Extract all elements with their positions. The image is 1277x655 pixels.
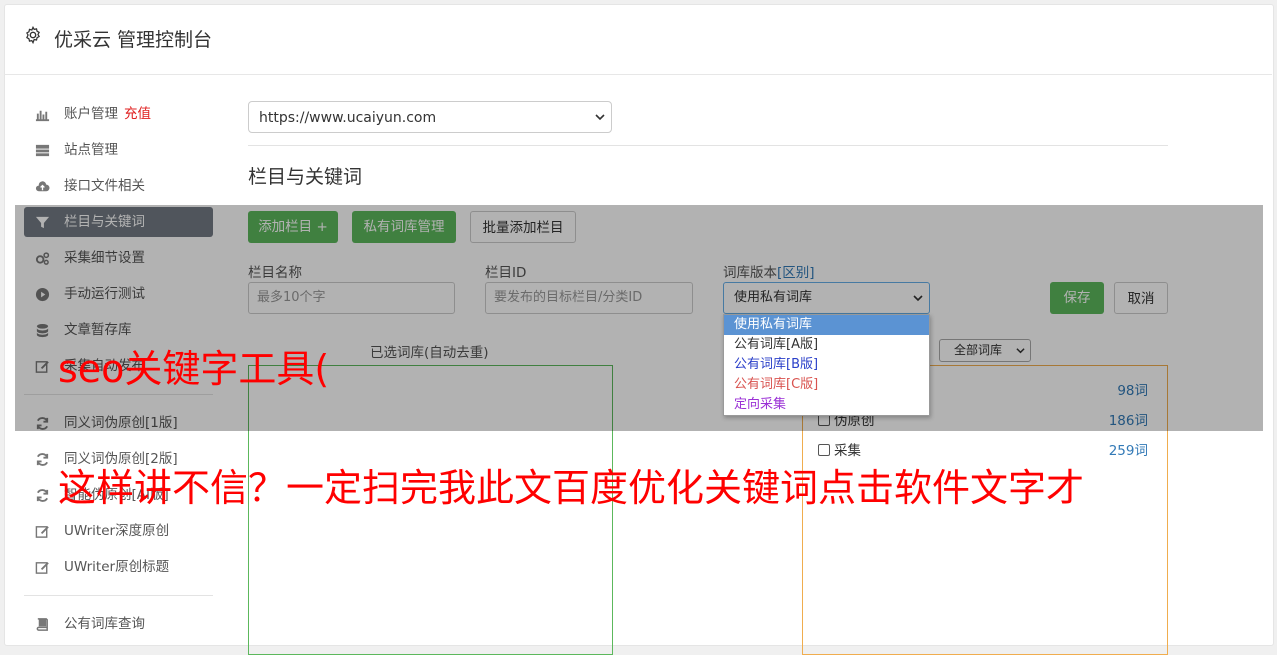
difference-link[interactable]: [区别] bbox=[777, 265, 815, 281]
filter-icon bbox=[35, 216, 50, 229]
sidebar-item-sites[interactable]: 站点管理 bbox=[24, 135, 213, 165]
sidebar-item-manual-run[interactable]: 手动运行测试 bbox=[24, 279, 213, 309]
bar-chart-icon bbox=[35, 110, 50, 122]
site-select[interactable]: https://www.ucaiyun.com bbox=[248, 101, 612, 133]
chevron-down-icon bbox=[595, 114, 605, 121]
sidebar-item-label: 采集细节设置 bbox=[64, 250, 145, 266]
sidebar-item-label: UWriter原创标题 bbox=[64, 559, 170, 575]
sidebar-item-synonym-v1[interactable]: 同义词伪原创[1版] bbox=[24, 408, 213, 438]
refresh-icon bbox=[36, 417, 49, 430]
lib-row-label: 采集 bbox=[834, 443, 861, 459]
column-id-label: 栏目ID bbox=[485, 265, 527, 281]
cogs-icon bbox=[35, 252, 50, 265]
lib-row-count: 186词 bbox=[1108, 413, 1148, 429]
sidebar-item-article-store[interactable]: 文章暂存库 bbox=[24, 315, 213, 345]
database-icon bbox=[36, 323, 49, 338]
chevron-down-icon bbox=[1016, 348, 1025, 354]
edit-icon bbox=[35, 526, 49, 538]
gear-icon bbox=[26, 26, 40, 44]
cloud-upload-icon bbox=[35, 181, 50, 192]
sidebar-divider bbox=[24, 394, 213, 395]
app-title: 优采云 管理控制台 bbox=[54, 29, 213, 51]
sidebar-item-uwriter-deep[interactable]: UWriter深度原创 bbox=[24, 516, 213, 546]
dropdown-option-public-a[interactable]: 公有词库[A版] bbox=[724, 335, 929, 355]
sidebar-item-label: 接口文件相关 bbox=[64, 178, 145, 194]
sidebar-item-label: 公有词库查询 bbox=[64, 616, 145, 632]
sidebar-item-interface[interactable]: 接口文件相关 bbox=[24, 171, 213, 201]
sidebar-item-label: 手动运行测试 bbox=[64, 286, 145, 302]
dropdown-option-public-c[interactable]: 公有词库[C版] bbox=[724, 375, 929, 395]
sidebar-divider bbox=[24, 595, 213, 596]
lib-version-select[interactable]: 使用私有词库 bbox=[723, 282, 930, 314]
sidebar-item-label: 文章暂存库 bbox=[64, 322, 132, 338]
sidebar-item-account[interactable]: 账户管理 充值 bbox=[24, 99, 213, 129]
sidebar-item-label: 栏目与关键词 bbox=[64, 214, 145, 230]
lib-row-count: 259词 bbox=[1108, 443, 1148, 459]
sidebar-item-collect-settings[interactable]: 采集细节设置 bbox=[24, 243, 213, 273]
dropdown-option-private[interactable]: 使用私有词库 bbox=[724, 315, 929, 335]
column-name-label: 栏目名称 bbox=[248, 265, 302, 281]
column-name-input[interactable]: 最多10个字 bbox=[248, 282, 455, 314]
lib-version-dropdown: 使用私有词库 公有词库[A版] 公有词库[B版] 公有词库[C版] 定向采集 bbox=[723, 314, 930, 416]
sidebar-item-label: 站点管理 bbox=[64, 142, 118, 158]
add-column-button[interactable]: 添加栏目 + bbox=[248, 211, 338, 243]
dropdown-option-public-b[interactable]: 公有词库[B版] bbox=[724, 355, 929, 375]
lib-row[interactable]: 采集 259词 bbox=[818, 441, 1148, 461]
selected-libs-label: 已选词库(自动去重) bbox=[370, 345, 489, 361]
private-lib-button[interactable]: 私有词库管理 bbox=[352, 211, 456, 243]
edit-icon bbox=[35, 562, 49, 574]
batch-add-button[interactable]: 批量添加栏目 bbox=[470, 211, 576, 243]
watermark-line-2: 这样讲不信？一定扫完我此文百度优化关键词点击软件文字才 bbox=[58, 466, 1085, 510]
edit-icon bbox=[35, 361, 49, 373]
sidebar-item-uwriter-title[interactable]: UWriter原创标题 bbox=[24, 552, 213, 582]
chevron-down-icon bbox=[913, 295, 923, 302]
refresh-icon bbox=[36, 453, 49, 466]
watermark-line-1: seo关键字工具( bbox=[58, 347, 330, 391]
save-button[interactable]: 保存 bbox=[1050, 282, 1104, 314]
play-circle-icon bbox=[35, 287, 50, 302]
lib-version-label: 词库版本[区别] bbox=[723, 265, 815, 281]
cancel-button[interactable]: 取消 bbox=[1114, 282, 1168, 314]
lib-filter-value: 全部词库 bbox=[954, 343, 1003, 357]
lib-filter-select[interactable]: 全部词库 bbox=[939, 339, 1031, 362]
lib-checkbox[interactable] bbox=[818, 444, 830, 456]
sidebar-item-columns-keywords[interactable]: 栏目与关键词 bbox=[24, 207, 213, 237]
lib-version-value: 使用私有词库 bbox=[734, 290, 813, 305]
dropdown-option-targeted[interactable]: 定向采集 bbox=[724, 395, 929, 415]
sidebar-item-label: UWriter深度原创 bbox=[64, 523, 170, 539]
sidebar-item-label: 账户管理 bbox=[64, 106, 118, 122]
book-icon bbox=[36, 618, 48, 631]
recharge-link[interactable]: 充值 bbox=[124, 106, 151, 122]
section-title: 栏目与关键词 bbox=[248, 166, 363, 188]
console-header: 优采云 管理控制台 bbox=[4, 4, 1272, 75]
server-icon bbox=[35, 144, 50, 157]
site-select-value: https://www.ucaiyun.com bbox=[259, 110, 437, 126]
refresh-icon bbox=[36, 489, 49, 502]
column-id-input[interactable]: 要发布的目标栏目/分类ID bbox=[485, 282, 693, 314]
lib-row-count: 98词 bbox=[1117, 383, 1148, 399]
divider bbox=[248, 145, 1168, 146]
sidebar-item-public-lib-query[interactable]: 公有词库查询 bbox=[24, 609, 213, 639]
sidebar-item-label: 同义词伪原创[1版] bbox=[64, 415, 178, 431]
